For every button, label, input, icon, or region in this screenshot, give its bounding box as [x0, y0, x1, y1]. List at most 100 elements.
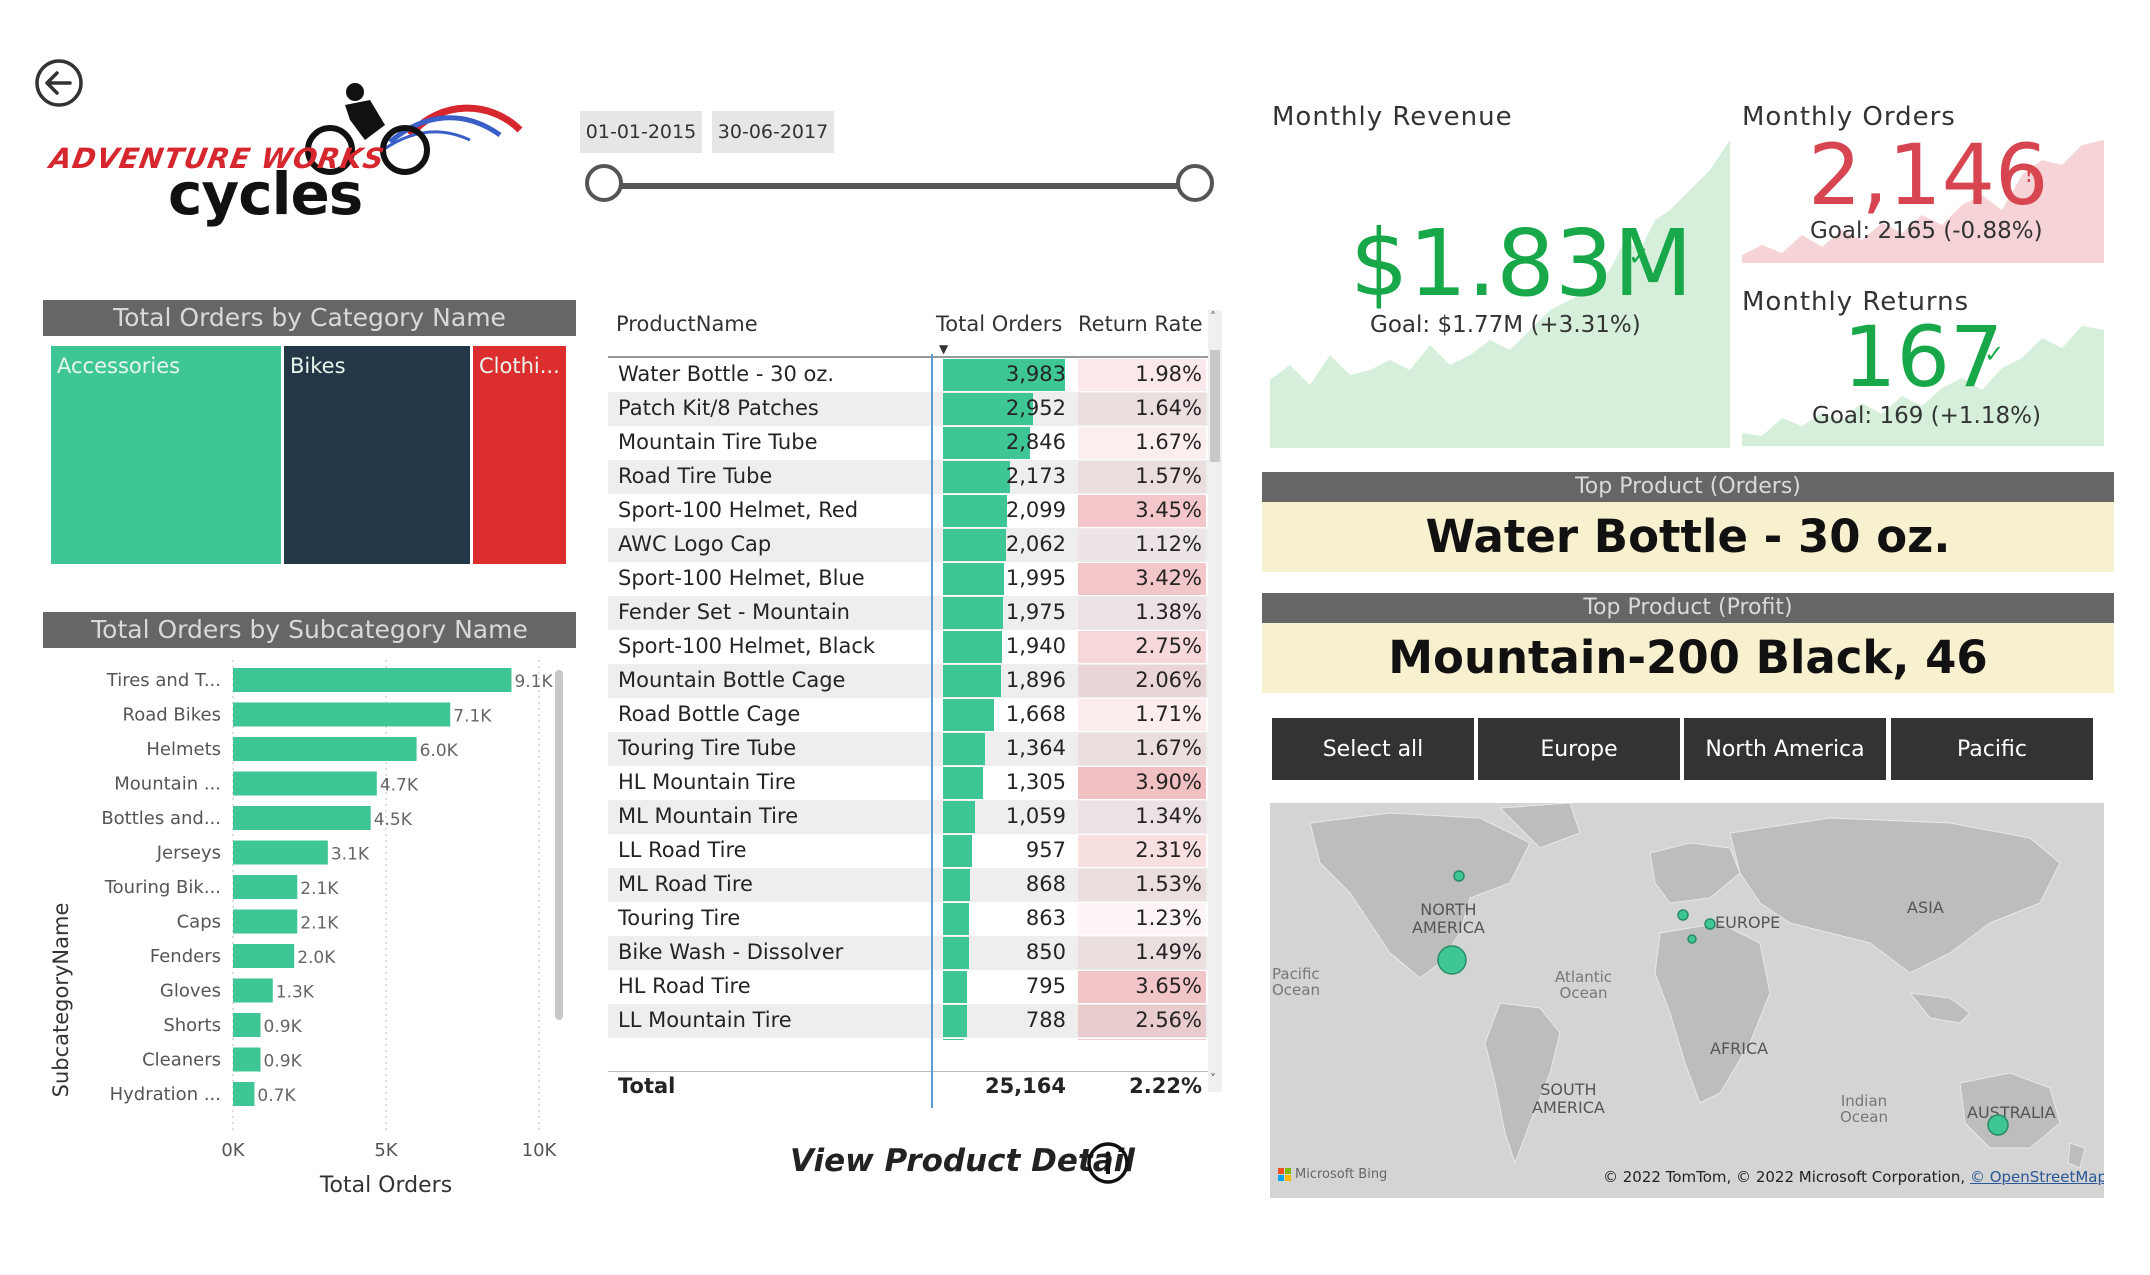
map-bubble-canada[interactable] [1453, 870, 1465, 882]
table-row[interactable]: AWC Logo Cap 2,062 1.12% [608, 528, 1208, 562]
table-row[interactable]: Road Tire Tube 2,173 1.57% [608, 460, 1208, 494]
subcategory-chart-title: Total Orders by Subcategory Name [43, 612, 576, 648]
x-tick-10k: 10K [522, 1140, 558, 1161]
product-name-cell: Sport-100 Helmet, Blue [618, 566, 865, 590]
sales-map[interactable]: NORTH AMERICA EUROPE ASIA AFRICA SOUTH AME… [1270, 803, 2104, 1198]
product-name-cell: Water Bottle - 30 oz. [618, 362, 835, 386]
bar-data-label: 2.0K [297, 948, 336, 968]
table-row[interactable]: Road Bottle Cage 1,668 1.71% [608, 698, 1208, 732]
total-orders-cell: 1,059 [1005, 804, 1066, 828]
map-bubble-france[interactable] [1687, 934, 1697, 944]
table-row[interactable]: Mountain Bottle Cage 1,896 2.06% [608, 664, 1208, 698]
table-row[interactable]: Water Bottle - 30 oz. 3,983 1.98% [608, 358, 1208, 392]
table-row[interactable]: Hydration Pack - 70 oz.6953.73% [608, 1038, 1208, 1040]
subcategory-bar[interactable] [233, 737, 417, 761]
table-row[interactable]: HL Road Tire 795 3.65% [608, 970, 1208, 1004]
table-row[interactable]: Touring Tire 863 1.23% [608, 902, 1208, 936]
return-rate-cell: 1.53% [1135, 872, 1202, 896]
treemap-tile-clothing[interactable]: Clothi... [473, 346, 566, 564]
orders-data-bar [943, 1039, 965, 1040]
total-divider [608, 1071, 1208, 1072]
subcategory-bar[interactable] [233, 806, 371, 830]
table-row[interactable]: LL Road Tire 957 2.31% [608, 834, 1208, 868]
scroll-thumb[interactable] [1210, 350, 1220, 462]
subcategory-bar[interactable] [233, 840, 328, 865]
date-end[interactable]: 30-06-2017 [712, 111, 834, 153]
map-bubble-uk[interactable] [1677, 909, 1689, 921]
date-start[interactable]: 01-01-2015 [580, 111, 702, 153]
info-icon[interactable] [1086, 1141, 1130, 1185]
view-product-detail-button[interactable]: View Product Detail [790, 1143, 1135, 1179]
openstreetmap-link[interactable]: © OpenStreetMap [1970, 1168, 2104, 1186]
subcategory-bar[interactable] [233, 1013, 261, 1037]
product-name-cell: AWC Logo Cap [618, 532, 772, 556]
bar-data-label: 2.1K [300, 879, 339, 899]
monthly-revenue-title: Monthly Revenue [1272, 102, 1513, 132]
product-name-cell: Sport-100 Helmet, Black [618, 634, 876, 658]
subcategory-bar[interactable] [233, 702, 451, 727]
return-rate-cell: 1.64% [1135, 396, 1202, 420]
warning-icon: ! [2024, 160, 2034, 188]
subcategory-bar[interactable] [233, 875, 298, 899]
total-orders-cell: 2,846 [1005, 430, 1066, 454]
return-rate-shading [1078, 1039, 1206, 1040]
region-button-europe[interactable]: Europe [1478, 718, 1680, 780]
date-slider-track[interactable] [604, 183, 1198, 189]
return-rate-cell: 1.67% [1135, 736, 1202, 760]
monthly-returns-goal: Goal: 169 (+1.18%) [1812, 403, 2041, 429]
total-orders-cell: 850 [1025, 940, 1066, 964]
region-button-pacific[interactable]: Pacific [1891, 718, 2093, 780]
total-orders-cell: 1,305 [1005, 770, 1066, 794]
date-slider-end-handle[interactable] [1176, 164, 1214, 202]
map-bubble-australia[interactable] [1987, 1114, 2009, 1136]
table-row[interactable]: Mountain Tire Tube 2,846 1.67% [608, 426, 1208, 460]
subcategory-bar[interactable] [233, 1082, 255, 1106]
bar-category-label: Cleaners [142, 1050, 221, 1071]
table-row[interactable]: Fender Set - Mountain 1,975 1.38% [608, 596, 1208, 630]
col-header-return-rate[interactable]: Return Rate [1078, 312, 1203, 336]
treemap-tile-bikes[interactable]: Bikes [284, 346, 470, 564]
map-bubble-germany[interactable] [1704, 918, 1716, 930]
treemap-tile-accessories[interactable]: Accessories [51, 346, 281, 564]
col-header-total-orders[interactable]: Total Orders [936, 312, 1062, 336]
product-name-cell: Sport-100 Helmet, Red [618, 498, 859, 522]
region-button-north-america[interactable]: North America [1684, 718, 1886, 780]
product-name-cell: ML Mountain Tire [618, 804, 799, 828]
subcategory-bar[interactable] [233, 944, 295, 968]
x-axis-label: Total Orders [319, 1173, 452, 1198]
region-button-select-all[interactable]: Select all [1272, 718, 1474, 780]
table-row[interactable]: Bike Wash - Dissolver 850 1.49% [608, 936, 1208, 970]
subcategory-bar[interactable] [233, 978, 273, 1003]
total-orders-cell: 2,952 [1005, 396, 1066, 420]
sort-desc-icon[interactable]: ▼ [939, 342, 948, 356]
total-orders-cell: 2,099 [1005, 498, 1066, 522]
date-slider-start-handle[interactable] [585, 164, 623, 202]
col-header-product[interactable]: ProductName [616, 312, 758, 336]
table-row[interactable]: ML Mountain Tire 1,059 1.34% [608, 800, 1208, 834]
bar-data-label: 3.1K [331, 845, 370, 865]
table-scrollbar[interactable]: ˄ ˅ [1208, 310, 1222, 1092]
subcategory-bar[interactable] [233, 1047, 261, 1072]
product-name-cell: ML Road Tire [618, 872, 753, 896]
subcategory-bar[interactable] [233, 771, 377, 796]
check-icon: ✓ [1628, 242, 1650, 272]
bar-category-label: Jerseys [156, 843, 221, 864]
logo-text-cycles: cycles [168, 160, 363, 228]
table-row[interactable]: Patch Kit/8 Patches 2,952 1.64% [608, 392, 1208, 426]
table-row[interactable]: Sport-100 Helmet, Blue 1,995 3.42% [608, 562, 1208, 596]
subcategory-scrollbar[interactable] [555, 670, 563, 1020]
table-row[interactable]: Sport-100 Helmet, Red 2,099 3.45% [608, 494, 1208, 528]
table-row[interactable]: Sport-100 Helmet, Black 1,940 2.75% [608, 630, 1208, 664]
subcategory-bar[interactable] [233, 909, 298, 934]
scroll-down-icon[interactable]: ˅ [1210, 1072, 1216, 1086]
map-bubbles [1437, 870, 2009, 1136]
table-row[interactable]: Touring Tire Tube 1,364 1.67% [608, 732, 1208, 766]
scroll-up-icon[interactable]: ˄ [1210, 310, 1216, 324]
table-row[interactable]: ML Road Tire 868 1.53% [608, 868, 1208, 902]
table-row[interactable]: HL Mountain Tire 1,305 3.90% [608, 766, 1208, 800]
map-bubble-usa[interactable] [1437, 945, 1467, 975]
bar-category-label: Fenders [150, 946, 221, 967]
bar-data-label: 4.5K [374, 810, 413, 830]
subcategory-bar[interactable] [233, 668, 512, 692]
table-row[interactable]: LL Mountain Tire 788 2.56% [608, 1004, 1208, 1038]
